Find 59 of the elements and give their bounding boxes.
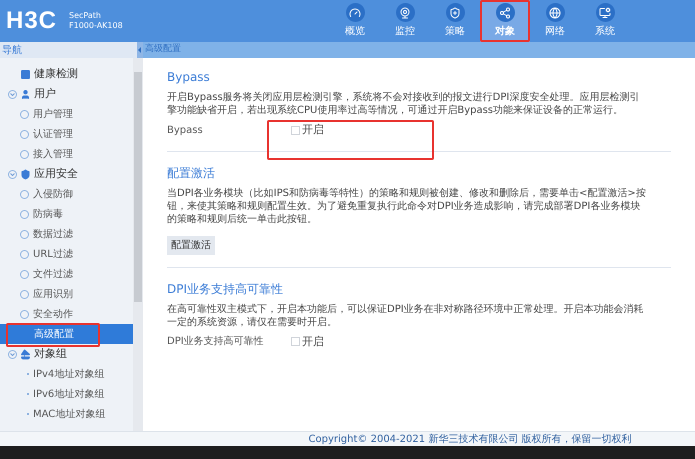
model-name: F1000-AK108 [69, 21, 123, 31]
nav-tab[interactable]: 系统 [580, 0, 630, 42]
left-triangle-icon [138, 47, 142, 53]
sidebar-item[interactable]: 对象组 [34, 346, 67, 362]
sidebar-item[interactable]: 数据过滤 [0, 224, 133, 244]
copyright-text: Copyright© 2004-2021 新华三技术有限公司 版权所有，保留一切权利 [308, 432, 632, 446]
panel-icon [20, 68, 31, 80]
sidebar-item[interactable]: 认证管理 [0, 124, 133, 144]
sidebar-item[interactable]: MAC地址对象组 [0, 404, 133, 424]
sidebar-item[interactable]: 用户 [34, 86, 56, 102]
collapse-icon[interactable] [8, 170, 17, 178]
section-description: 开启Bypass服务将关闭应用层检测引擎，系统将不会对接收到的报文进行DPI深度安全处理。应用层检测引擎功能缺省开启，若出现系统CPU使用率过高等情况，可通过开启Bypass功能来保证设备的正常运行。 [167, 91, 640, 117]
highlight-frame [480, 0, 530, 42]
share-icon [496, 3, 514, 22]
sidebar-item[interactable]: 文件过滤 [0, 264, 133, 284]
checkbox[interactable] [291, 126, 300, 135]
sidebar-item[interactable]: 健康检测 [34, 66, 78, 82]
collapse-icon[interactable] [8, 90, 17, 98]
section-description: 在高可靠性双主模式下，开启本功能后，可以保证DPI业务在非对称路径环境中正常处理。开启本功能会消耗一定的系统资源，请仅在需要时开启。 [167, 302, 645, 328]
sailboat-icon [20, 348, 31, 360]
globe-icon [546, 3, 564, 22]
field-label: DPI业务支持高可靠性 [167, 334, 265, 350]
sidebar-item[interactable]: 应用安全 [34, 166, 78, 182]
logo: H3C [6, 9, 58, 33]
checkbox-label: 开启 [302, 334, 324, 350]
gauge-icon [346, 3, 364, 22]
collapse-icon[interactable] [8, 350, 17, 358]
activate-config-button[interactable]: 配置激活 [167, 236, 215, 254]
sidebar-item[interactable]: 应用识别 [0, 284, 133, 304]
section-title: DPI业务支持高可靠性 [167, 280, 284, 298]
sidebar-item[interactable]: 入侵防御 [0, 184, 133, 204]
shield-icon [446, 3, 464, 22]
section-title: 配置激活 [167, 164, 216, 182]
collapse-sidebar-button[interactable] [137, 42, 143, 58]
shield-icon [20, 168, 31, 180]
monitor-icon [596, 3, 614, 22]
nav-tab[interactable]: 概览 [330, 0, 380, 42]
sidebar-title: 导航 [2, 44, 22, 58]
nav-tab[interactable]: 监控 [380, 0, 430, 42]
section-title: Bypass [167, 69, 211, 86]
product-line: SecPath [69, 11, 102, 21]
sidebar-item[interactable]: 接入管理 [0, 144, 133, 164]
checkbox[interactable] [291, 337, 300, 346]
sidebar-item[interactable]: 防病毒 [0, 204, 133, 224]
section-description: 当DPI各业务模块（比如IPS和防病毒等特性）的策略和规则被创建、修改和删除后，需要单击<配置激活>按钮，来使其策略和规则配置生效。为了避免重复执行此命令对DPI业务造成影响，请完成部署DPI各业务模块的策略和规则后统一单击此按钮。 [167, 186, 647, 226]
scrollbar[interactable] [133, 58, 143, 431]
sidebar-item[interactable]: IPv6地址对象组 [0, 384, 133, 404]
webcam-icon [396, 3, 414, 22]
sidebar-item[interactable]: URL过滤 [0, 244, 133, 264]
field-label: Bypass [167, 124, 204, 138]
sidebar-item[interactable]: 安全动作 [0, 304, 133, 324]
breadcrumb: 高级配置 [145, 43, 181, 56]
nav-tab[interactable]: 网络 [530, 0, 580, 42]
sidebar-item[interactable]: 用户管理 [0, 104, 133, 124]
nav-tab[interactable]: 策略 [430, 0, 480, 42]
sidebar-item[interactable]: IPv4地址对象组 [0, 364, 133, 384]
user-icon [20, 88, 31, 100]
sidebar-item[interactable]: 高级配置 [0, 324, 133, 344]
checkbox-label: 开启 [302, 122, 324, 138]
